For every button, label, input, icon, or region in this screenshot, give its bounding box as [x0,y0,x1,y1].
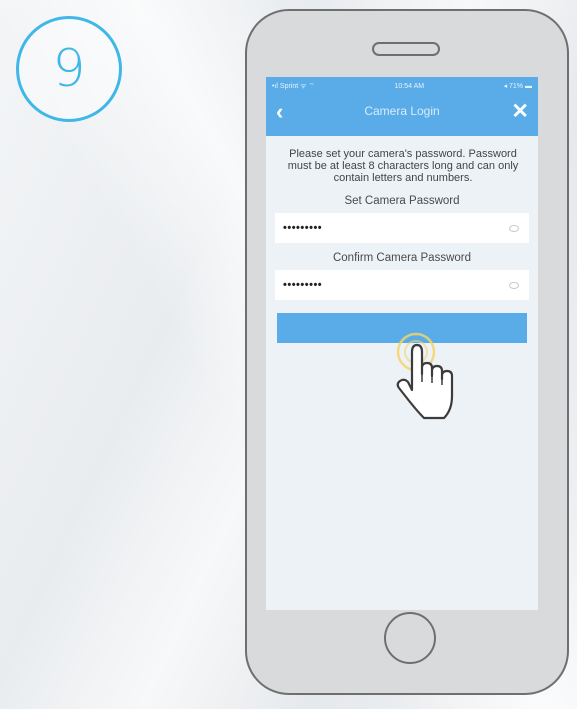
close-icon[interactable]: ✕ [511,99,529,124]
step-number-badge: 9 [16,16,122,122]
show-confirm-password-eye-icon[interactable] [509,282,519,289]
status-carrier: •ıl Sprint ᯤ ⌔ [272,82,316,90]
status-bar: •ıl Sprint ᯤ ⌔ 10:54 AM ◂ 71% ▬ [266,77,538,93]
app-header: •ıl Sprint ᯤ ⌔ 10:54 AM ◂ 71% ▬ ‹ Camera… [266,77,538,136]
instructions-text: Please set your camera's password. Passw… [287,148,519,184]
nav-title: Camera Login [364,104,440,118]
show-password-eye-icon[interactable] [509,225,519,232]
tap-hand-icon [396,332,454,420]
phone-speaker [372,42,440,56]
confirm-password-label: Confirm Camera Password [332,252,472,264]
set-password-value: ••••••••• [283,222,323,234]
status-time: 10:54 AM [394,82,425,90]
home-button[interactable] [384,612,436,664]
confirm-password-value: ••••••••• [283,279,323,291]
set-password-label: Set Camera Password [344,195,460,207]
set-password-field[interactable]: ••••••••• [275,213,529,243]
chevron-left-icon[interactable]: ‹ [276,99,283,125]
nav-bar: ‹ Camera Login ✕ [266,93,538,133]
step-number: 9 [52,39,86,99]
confirm-password-field[interactable]: ••••••••• [275,270,529,300]
status-battery: ◂ 71% ▬ [503,83,532,90]
